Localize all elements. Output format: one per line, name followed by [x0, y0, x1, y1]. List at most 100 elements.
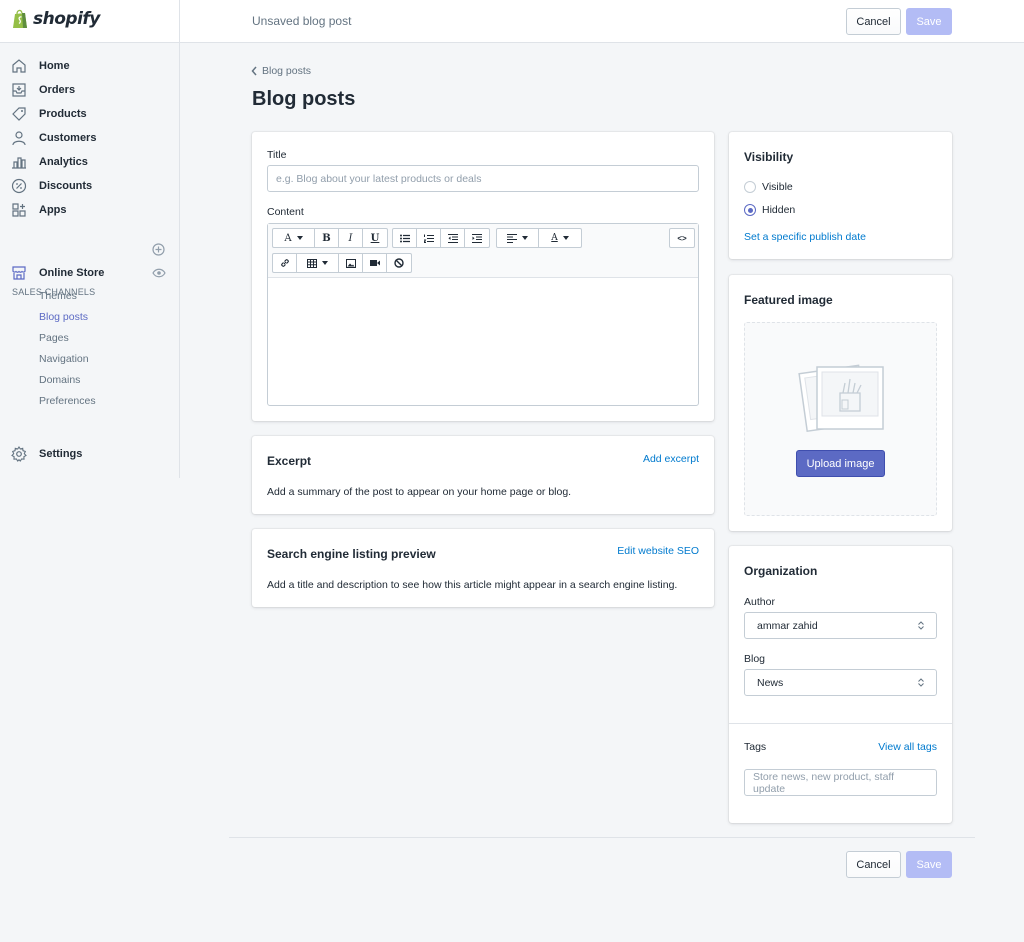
- sidebar-item-label: Online Store: [39, 267, 105, 279]
- sidebar-subitem-themes[interactable]: Themes: [39, 290, 77, 302]
- insert-group: [272, 253, 412, 273]
- blog-label: Blog: [744, 653, 766, 665]
- eye-icon[interactable]: [152, 268, 166, 278]
- shopify-logo[interactable]: shopify: [12, 9, 100, 29]
- blog-value: News: [757, 676, 784, 689]
- bullet-list-button[interactable]: [393, 229, 417, 247]
- apps-icon: [12, 203, 26, 217]
- sidebar-item-customers[interactable]: Customers: [11, 128, 96, 148]
- sidebar-subitem-preferences[interactable]: Preferences: [39, 395, 96, 407]
- page-title: Blog posts: [252, 88, 356, 110]
- brand-name: shopify: [33, 9, 100, 29]
- discount-icon: [11, 178, 27, 194]
- author-value: ammar zahid: [757, 619, 818, 632]
- sidebar-item-discounts[interactable]: Discounts: [11, 176, 92, 196]
- indent-icon: [472, 233, 482, 243]
- image-button[interactable]: [339, 254, 363, 272]
- title-input[interactable]: e.g. Blog about your latest products or …: [267, 165, 699, 192]
- top-divider: [179, 0, 180, 43]
- outdent-button[interactable]: [441, 229, 465, 247]
- sidebar-subitem-blog-posts[interactable]: Blog posts: [39, 311, 88, 323]
- image-dropzone[interactable]: Upload image: [744, 322, 937, 516]
- content-editor: A B I U A <>: [267, 223, 699, 406]
- clear-formatting-button[interactable]: [387, 254, 411, 272]
- photo-placeholder-icon: [798, 364, 884, 433]
- section-divider: [729, 723, 952, 724]
- featured-image-heading: Featured image: [744, 293, 833, 307]
- editor-toolbar: A B I U A <>: [268, 224, 698, 278]
- seo-description: Add a title and description to see how t…: [267, 579, 678, 591]
- chevron-down-icon: [296, 236, 303, 240]
- visible-radio[interactable]: [744, 181, 756, 193]
- hidden-label[interactable]: Hidden: [762, 204, 795, 216]
- blog-select[interactable]: News: [744, 669, 937, 696]
- sidebar-item-online-store[interactable]: Online Store: [11, 263, 104, 283]
- video-button[interactable]: [363, 254, 387, 272]
- chevron-down-icon: [522, 236, 528, 240]
- content-textarea[interactable]: [268, 278, 698, 405]
- footer-save-button[interactable]: Save: [906, 851, 952, 878]
- sidebar-item-label: Analytics: [39, 156, 88, 168]
- upload-image-button[interactable]: Upload image: [796, 450, 885, 477]
- publish-date-link[interactable]: Set a specific publish date: [744, 231, 866, 243]
- link-icon: [280, 259, 289, 267]
- bold-button[interactable]: B: [315, 229, 339, 247]
- home-icon: [12, 59, 26, 73]
- align-left-icon: [507, 233, 517, 243]
- sidebar-item-orders[interactable]: Orders: [11, 80, 75, 100]
- add-channel-icon[interactable]: [152, 243, 165, 256]
- html-toggle-button[interactable]: <>: [670, 229, 694, 247]
- title-label: Title: [267, 149, 287, 161]
- underline-button[interactable]: U: [363, 229, 387, 247]
- breadcrumb-link[interactable]: Blog posts: [262, 65, 311, 77]
- orders-icon: [12, 83, 26, 97]
- sidebar-item-settings[interactable]: Settings: [11, 444, 82, 464]
- save-button[interactable]: Save: [906, 8, 952, 35]
- numbered-list-button[interactable]: [417, 229, 441, 247]
- link-button[interactable]: [273, 254, 297, 272]
- text-color-label: A: [551, 233, 558, 243]
- sidebar-subitem-pages[interactable]: Pages: [39, 332, 69, 344]
- sidebar-item-label: Customers: [39, 132, 97, 144]
- excerpt-description: Add a summary of the post to appear on y…: [267, 486, 572, 498]
- table-icon: [307, 258, 317, 268]
- bullet-list-icon: [399, 234, 410, 242]
- table-dropdown[interactable]: [297, 254, 339, 272]
- image-icon: [345, 258, 356, 268]
- sidebar-item-home[interactable]: Home: [11, 56, 70, 76]
- seo-heading: Search engine listing preview: [267, 547, 436, 561]
- numbered-list-icon: [423, 234, 434, 243]
- italic-button[interactable]: I: [339, 229, 363, 247]
- edit-seo-link[interactable]: Edit website SEO: [617, 545, 699, 557]
- sidebar-item-label: Settings: [39, 448, 83, 460]
- sidebar-subitem-navigation[interactable]: Navigation: [39, 353, 89, 365]
- font-dropdown[interactable]: A: [273, 229, 315, 247]
- sidebar-item-label: Apps: [39, 204, 67, 216]
- sidebar-item-products[interactable]: Products: [11, 104, 87, 124]
- sidebar-item-analytics[interactable]: Analytics: [11, 152, 88, 172]
- visible-label[interactable]: Visible: [762, 181, 793, 193]
- html-group: <>: [669, 228, 695, 248]
- align-dropdown[interactable]: [497, 229, 539, 247]
- tag-icon: [12, 107, 26, 121]
- sidebar-item-apps[interactable]: Apps: [11, 200, 67, 220]
- sidebar-item-label: Products: [39, 108, 87, 120]
- author-select[interactable]: ammar zahid: [744, 612, 937, 639]
- sidebar-subitem-domains[interactable]: Domains: [39, 374, 80, 386]
- organization-heading: Organization: [744, 564, 818, 578]
- add-excerpt-link[interactable]: Add excerpt: [643, 453, 699, 465]
- text-color-dropdown[interactable]: A: [539, 229, 581, 247]
- cancel-button[interactable]: Cancel: [846, 8, 901, 35]
- seo-card: Search engine listing preview Edit websi…: [252, 529, 714, 607]
- hidden-radio[interactable]: [744, 204, 756, 216]
- footer-divider: [229, 837, 975, 838]
- indent-button[interactable]: [465, 229, 489, 247]
- view-all-tags-link[interactable]: View all tags: [878, 741, 937, 753]
- tags-input[interactable]: Store news, new product, staff update: [744, 769, 937, 796]
- top-bar: shopify Unsaved blog post Cancel Save: [0, 0, 1024, 43]
- breadcrumb[interactable]: Blog posts: [251, 65, 311, 77]
- author-label: Author: [744, 596, 775, 608]
- footer-cancel-button[interactable]: Cancel: [846, 851, 901, 878]
- post-editor-card: Title e.g. Blog about your latest produc…: [252, 132, 714, 421]
- chevron-down-icon: [562, 236, 569, 240]
